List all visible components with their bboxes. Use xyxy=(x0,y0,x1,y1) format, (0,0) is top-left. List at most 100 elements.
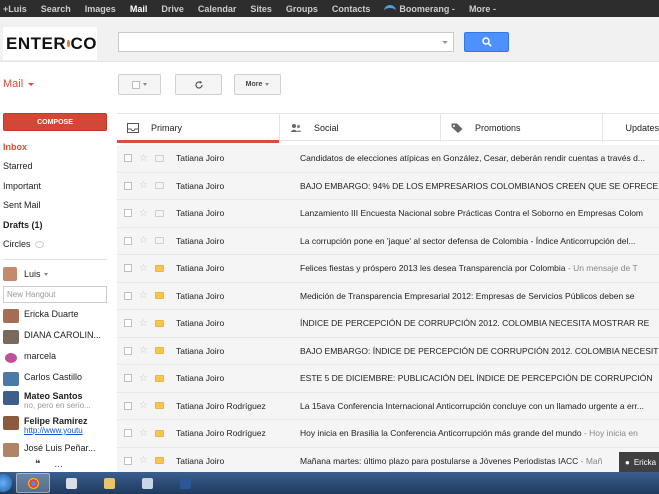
topbar-item-calendar[interactable]: Calendar xyxy=(198,4,237,14)
tab-primary[interactable]: Primary xyxy=(117,114,280,143)
star-icon[interactable]: ☆ xyxy=(139,208,149,219)
mail-dropdown[interactable]: Mail xyxy=(3,78,34,90)
row-checkbox[interactable] xyxy=(124,236,132,245)
topbar-item-images[interactable]: Images xyxy=(85,4,116,14)
email-row[interactable]: ☆ Tatiana Joiro Candidatos de elecciones a… xyxy=(117,145,659,173)
importance-marker-icon[interactable] xyxy=(155,402,164,410)
topbar-item-search[interactable]: Search xyxy=(41,4,71,14)
new-hangout-input[interactable]: New Hangout xyxy=(3,286,107,303)
email-sender: Tatiana Joiro Rodríguez xyxy=(176,400,266,411)
star-icon[interactable]: ☆ xyxy=(139,318,149,329)
row-checkbox[interactable] xyxy=(124,291,132,300)
row-checkbox[interactable] xyxy=(124,346,132,355)
topbar-item-groups[interactable]: Groups xyxy=(286,4,318,14)
nav-important[interactable]: Important xyxy=(3,181,41,191)
compose-button[interactable]: COMPOSE xyxy=(3,113,107,131)
email-row[interactable]: ☆ Tatiana Joiro Rodríguez La 15ava Confere… xyxy=(117,392,659,420)
email-row[interactable]: ☆ Tatiana Joiro ESTE 5 DE DICIEMBRE: PUBLI… xyxy=(117,365,659,393)
row-checkbox[interactable] xyxy=(124,456,132,465)
contact-item[interactable]: Ericka Duarte xyxy=(3,309,115,323)
importance-marker-icon[interactable] xyxy=(155,319,164,327)
contact-item[interactable]: DIANA CAROLIN... xyxy=(3,330,115,344)
contact-status: http://www.youtu xyxy=(24,426,83,435)
tab-promotions[interactable]: Promotions xyxy=(441,114,603,142)
importance-marker-icon[interactable] xyxy=(155,457,164,465)
contact-item[interactable]: Mateo Santos no, pero en serio... xyxy=(3,391,115,410)
star-icon[interactable]: ☆ xyxy=(139,180,149,191)
taskbar-app-explorer[interactable] xyxy=(92,473,126,493)
nav-sent-mail[interactable]: Sent Mail xyxy=(3,200,41,210)
taskbar-chrome[interactable] xyxy=(16,473,50,493)
importance-marker-icon[interactable] xyxy=(155,154,164,162)
hangout-user[interactable]: Luis xyxy=(3,267,48,281)
select-all-checkbox[interactable] xyxy=(118,74,161,95)
email-row[interactable]: ☆ Tatiana Joiro La corrupción pone en 'jaq… xyxy=(117,227,659,255)
email-row[interactable]: ☆ Tatiana Joiro Medición de Transparencia … xyxy=(117,282,659,310)
more-button[interactable]: More xyxy=(234,74,281,95)
star-icon[interactable]: ☆ xyxy=(139,263,149,274)
topbar-item-user[interactable]: +Luis xyxy=(3,4,27,14)
importance-marker-icon[interactable] xyxy=(155,264,164,272)
star-icon[interactable]: ☆ xyxy=(139,153,149,164)
email-row[interactable]: ☆ Tatiana Joiro Felices fiestas y próspero… xyxy=(117,255,659,283)
tab-updates[interactable]: Updates xyxy=(603,114,659,142)
row-checkbox[interactable] xyxy=(124,209,132,218)
star-icon[interactable]: ☆ xyxy=(139,400,149,411)
avatar xyxy=(5,353,17,363)
importance-marker-icon[interactable] xyxy=(155,237,164,245)
topbar-item-drive[interactable]: Drive xyxy=(161,4,184,14)
topbar-item-boomerang[interactable]: Boomerang - xyxy=(384,4,455,14)
topbar-item-more[interactable]: More - xyxy=(469,4,496,14)
taskbar-app-calculator[interactable] xyxy=(54,473,88,493)
start-button[interactable] xyxy=(0,474,12,492)
star-icon[interactable]: ☆ xyxy=(139,290,149,301)
contact-item[interactable]: Felipe Ramirez http://www.youtu xyxy=(3,416,115,435)
importance-marker-icon[interactable] xyxy=(155,374,164,382)
row-checkbox[interactable] xyxy=(124,264,132,273)
refresh-button[interactable] xyxy=(175,74,222,95)
email-row[interactable]: ☆ Tatiana Joiro Mañana martes: último plaz… xyxy=(117,447,659,475)
email-subject-text: ESTE 5 DE DICIEMBRE: PUBLICACIÓN DEL ÍND… xyxy=(300,373,653,384)
email-row[interactable]: ☆ Tatiana Joiro Rodríguez Hoy inicia en Br… xyxy=(117,420,659,448)
star-icon[interactable]: ☆ xyxy=(139,235,149,246)
importance-marker-icon[interactable] xyxy=(155,347,164,355)
row-checkbox[interactable] xyxy=(124,154,132,163)
importance-marker-icon[interactable] xyxy=(155,292,164,300)
star-icon[interactable]: ☆ xyxy=(139,455,149,466)
taskbar-app-files[interactable] xyxy=(130,473,164,493)
email-row[interactable]: ☆ Tatiana Joiro ÍNDICE DE PERCEPCIÓN DE CO… xyxy=(117,310,659,338)
hangouts-icon[interactable]: ❝ xyxy=(35,459,40,470)
importance-marker-icon[interactable] xyxy=(155,182,164,190)
contact-item[interactable]: José Luis Peñar... xyxy=(3,443,115,457)
row-checkbox[interactable] xyxy=(124,374,132,383)
search-button[interactable] xyxy=(464,32,509,52)
email-row[interactable]: ☆ Tatiana Joiro BAJO EMBARGO: 94% DE LOS E… xyxy=(117,172,659,200)
topbar-item-mail[interactable]: Mail xyxy=(130,4,148,14)
contact-item[interactable]: marcela xyxy=(3,351,115,363)
email-row[interactable]: ☆ Tatiana Joiro Lanzamiento III Encuesta N… xyxy=(117,200,659,228)
nav-inbox[interactable]: Inbox xyxy=(3,142,27,152)
nav-starred[interactable]: Starred xyxy=(3,161,33,171)
nav-drafts[interactable]: Drafts (1) xyxy=(3,220,43,230)
logo[interactable]: ENTER CO xyxy=(3,27,97,60)
more-options-icon[interactable]: ... xyxy=(54,459,62,470)
chat-popup[interactable]: ● Ericka xyxy=(619,452,659,472)
row-checkbox[interactable] xyxy=(124,319,132,328)
topbar-item-sites[interactable]: Sites xyxy=(250,4,272,14)
email-row[interactable]: ☆ Tatiana Joiro BAJO EMBARGO: ÍNDICE DE PE… xyxy=(117,337,659,365)
taskbar-app-word[interactable] xyxy=(168,473,202,493)
topbar-item-contacts[interactable]: Contacts xyxy=(332,4,371,14)
email-subject: Mañana martes: último plazo para postula… xyxy=(300,456,602,466)
contact-item[interactable]: Carlos Castillo xyxy=(3,372,115,386)
tab-social[interactable]: Social xyxy=(280,114,441,142)
row-checkbox[interactable] xyxy=(124,181,132,190)
nav-circles[interactable]: Circles xyxy=(3,239,44,249)
star-icon[interactable]: ☆ xyxy=(139,373,149,384)
row-checkbox[interactable] xyxy=(124,429,132,438)
row-checkbox[interactable] xyxy=(124,401,132,410)
star-icon[interactable]: ☆ xyxy=(139,345,149,356)
star-icon[interactable]: ☆ xyxy=(139,428,149,439)
search-input[interactable] xyxy=(118,32,454,52)
importance-marker-icon[interactable] xyxy=(155,429,164,437)
importance-marker-icon[interactable] xyxy=(155,209,164,217)
